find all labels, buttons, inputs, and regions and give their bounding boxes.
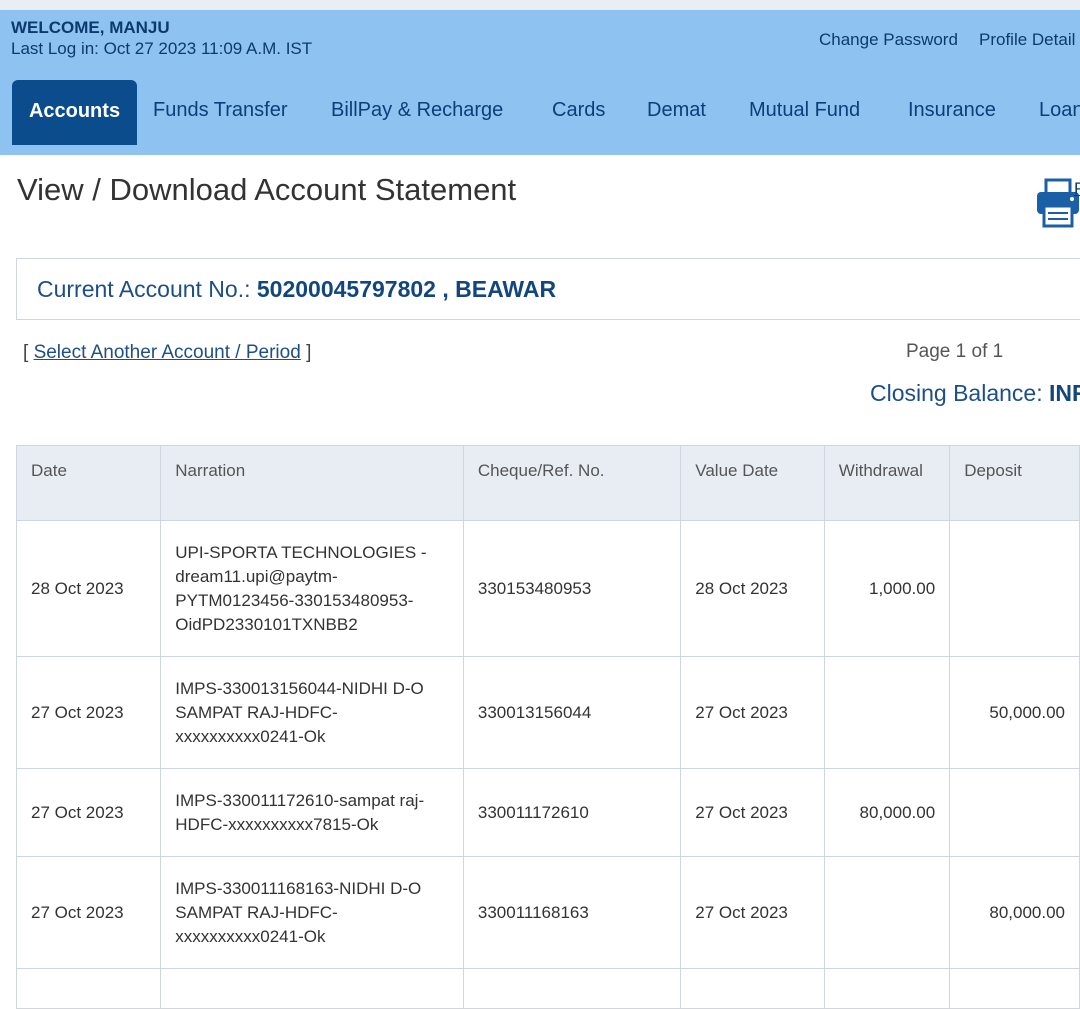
cell-ref: 330011172610 — [462, 768, 682, 857]
cell-deposit: 50,000.00 — [949, 656, 1080, 769]
last-login-text: Last Log in: Oct 27 2023 11:09 A.M. IST — [11, 39, 313, 58]
statement-table: Date Narration Cheque/Ref. No. Value Dat… — [15, 445, 1080, 1009]
table-row: 28 Oct 2023 UPI-SPORTA TECHNOLOGIES - dr… — [15, 520, 1080, 657]
change-password-link[interactable]: Change Password — [819, 30, 958, 50]
account-label: Current Account No.: — [37, 276, 257, 302]
select-account-row: [ Select Another Account / Period ] — [23, 342, 311, 364]
cell-deposit — [949, 768, 1080, 857]
cell-date: 27 Oct 2023 — [15, 768, 162, 857]
cell-ref: 330013156044 — [462, 656, 682, 769]
header-value-date: Value Date — [680, 445, 825, 521]
cell-value-date: 27 Oct 2023 — [680, 768, 825, 857]
closing-balance-value: INR — [1049, 380, 1080, 406]
welcome-text: WELCOME, MANJU — [11, 18, 170, 37]
cell-deposit: 80,000.00 — [949, 856, 1080, 969]
cell-narration: IMPS-330011172610-sampat raj-HDFC-xxxxxx… — [160, 768, 464, 857]
tab-accounts[interactable]: Accounts — [12, 80, 137, 145]
tab-mutual-fund[interactable]: Mutual Fund — [749, 99, 860, 122]
print-link[interactable]: P — [1074, 179, 1080, 199]
cell-value-date: 28 Oct 2023 — [680, 520, 825, 657]
tab-funds-transfer[interactable]: Funds Transfer — [153, 99, 288, 122]
select-another-account-link[interactable]: Select Another Account / Period — [34, 342, 301, 363]
header-narration: Narration — [160, 445, 464, 521]
tab-insurance[interactable]: Insurance — [908, 99, 996, 122]
table-row — [15, 968, 1080, 1009]
header-date: Date — [15, 445, 162, 521]
account-number: 50200045797802 , BEAWAR — [256, 276, 557, 302]
cell-value-date: 27 Oct 2023 — [680, 656, 825, 769]
closing-balance-label: Closing Balance: — [870, 380, 1049, 406]
bracket-open: [ — [23, 342, 34, 363]
cell-ref: 330153480953 — [462, 520, 682, 657]
closing-balance: Closing Balance: INR — [870, 380, 1080, 407]
table-row: 27 Oct 2023 IMPS-330011168163-NIDHI D-O … — [15, 856, 1080, 969]
cell-date: 27 Oct 2023 — [15, 856, 162, 969]
cell-date: 28 Oct 2023 — [15, 520, 162, 657]
page-title: View / Download Account Statement — [17, 172, 517, 207]
cell-ref: 330011168163 — [462, 856, 682, 969]
cell-narration: UPI-SPORTA TECHNOLOGIES - dream11.upi@pa… — [160, 520, 464, 657]
cell-withdrawal — [823, 856, 951, 969]
cell-narration: IMPS-330011168163-NIDHI D-O SAMPAT RAJ-H… — [160, 856, 464, 969]
profile-detail-link[interactable]: Profile Detail — [979, 30, 1075, 50]
top-strip — [0, 0, 1080, 10]
header-deposit: Deposit — [949, 445, 1080, 521]
bracket-close: ] — [300, 342, 312, 363]
cell-date: 27 Oct 2023 — [15, 656, 162, 769]
header-withdrawal: Withdrawal — [823, 445, 951, 521]
tab-billpay-recharge[interactable]: BillPay & Recharge — [331, 99, 503, 122]
header-ref: Cheque/Ref. No. — [462, 445, 682, 521]
cell-narration: IMPS-330013156044-NIDHI D-O SAMPAT RAJ-H… — [160, 656, 464, 769]
cell-withdrawal: 1,000.00 — [823, 520, 951, 657]
account-info: Current Account No.: 50200045797802 , BE… — [37, 276, 556, 303]
cell-value-date: 27 Oct 2023 — [680, 856, 825, 969]
cell-deposit — [949, 520, 1080, 657]
page-indicator: Page 1 of 1 — [906, 341, 1004, 362]
cell-withdrawal — [823, 656, 951, 769]
cell-withdrawal: 80,000.00 — [823, 768, 951, 857]
table-row: 27 Oct 2023 IMPS-330013156044-NIDHI D-O … — [15, 656, 1080, 769]
tab-demat[interactable]: Demat — [647, 99, 706, 122]
table-row: 27 Oct 2023 IMPS-330011172610-sampat raj… — [15, 768, 1080, 857]
table-header-row: Date Narration Cheque/Ref. No. Value Dat… — [15, 445, 1080, 521]
tab-cards[interactable]: Cards — [552, 99, 605, 122]
tab-loan[interactable]: Loan — [1039, 99, 1080, 122]
